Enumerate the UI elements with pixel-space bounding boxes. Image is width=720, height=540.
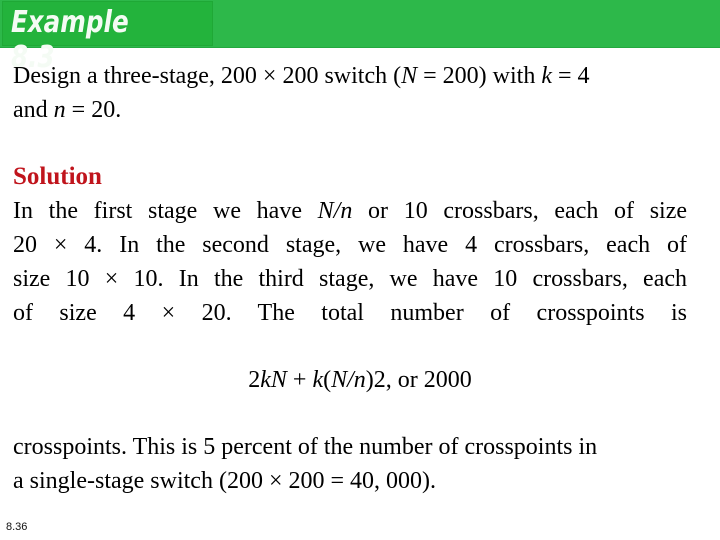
solution-line-3: size 10 × 10. In the third stage, we hav… xyxy=(13,266,687,292)
solution-body: In the first stage we have N/n or 10 cro… xyxy=(13,194,687,330)
conclusion: crosspoints. This is 5 percent of the nu… xyxy=(13,430,703,498)
solution-heading: Solution xyxy=(13,163,102,190)
solution-line-4: of size 4 × 20. The total number of cros… xyxy=(13,300,687,326)
crosspoint-formula: 2kN + k(N/n)2, or 2000 xyxy=(248,367,472,393)
conclusion-line-1: crosspoints. This is 5 percent of the nu… xyxy=(13,434,598,460)
conclusion-line-2: a single-stage switch (200 × 200 = 40, 0… xyxy=(13,468,436,494)
problem-statement: Design a three-stage, 200 × 200 switch (… xyxy=(13,59,693,127)
page-number: 8.36 xyxy=(6,521,28,533)
solution-line-2: 20 × 4. In the second stage, we have 4 c… xyxy=(13,232,687,258)
header-bar: Example 8.3 xyxy=(0,0,720,75)
problem-line-1: Design a three-stage, 200 × 200 switch (… xyxy=(13,63,590,89)
title-box: Example 8.3 xyxy=(2,1,213,75)
problem-line-2: and n = 20. xyxy=(13,97,122,123)
solution-line-1: In the first stage we have N/n or 10 cro… xyxy=(13,198,688,224)
